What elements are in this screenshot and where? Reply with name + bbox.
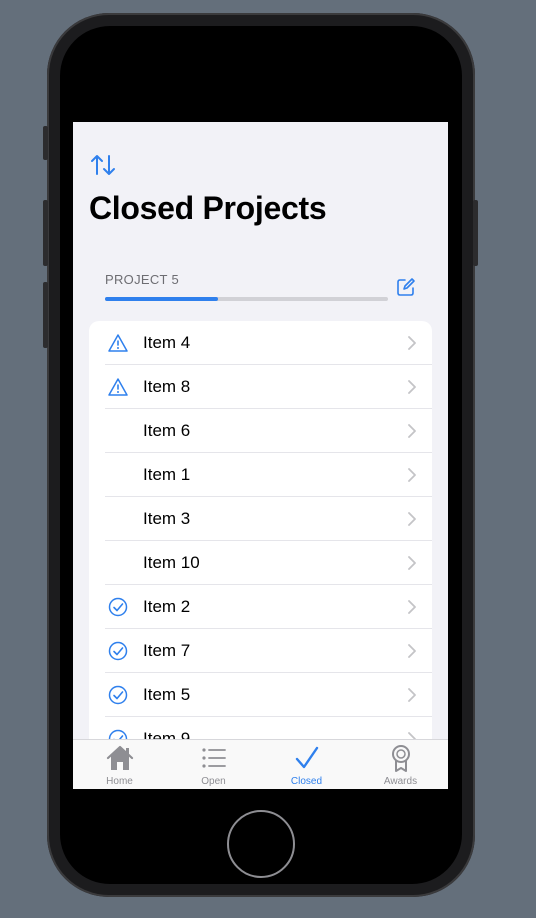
list-item[interactable]: Item 10 <box>89 541 432 585</box>
chevron-right-icon <box>408 380 416 394</box>
tab-label: Awards <box>383 776 418 787</box>
chevron-right-icon <box>408 556 416 570</box>
chevron-right-icon <box>408 468 416 482</box>
list-item[interactable]: Item 2 <box>89 585 432 629</box>
chevron-right-icon <box>408 688 416 702</box>
list-item-label: Item 4 <box>143 333 191 352</box>
mute-switch <box>43 126 48 160</box>
list-item-label: Item 2 <box>143 597 191 616</box>
volume-up-button <box>43 200 48 266</box>
list-item[interactable]: Item 6 <box>89 409 432 453</box>
project-progress-bar <box>105 297 388 301</box>
tab-open[interactable]: Open <box>167 740 260 789</box>
list-item-label: Item 6 <box>143 421 191 440</box>
tab-home[interactable]: Home <box>73 740 166 789</box>
list-item-label: Item 5 <box>143 685 191 704</box>
project-section-header: PROJECT 5 <box>105 272 179 287</box>
list-item[interactable]: Item 7 <box>89 629 432 673</box>
chevron-right-icon <box>408 424 416 438</box>
list-item[interactable]: Item 4 <box>89 321 432 365</box>
edit-project-icon[interactable] <box>396 277 416 297</box>
list-item[interactable]: Item 1 <box>89 453 432 497</box>
page-title: Closed Projects <box>89 190 327 226</box>
tab-label: Open <box>201 776 226 787</box>
chevron-right-icon <box>408 512 416 526</box>
tab-label: Closed <box>290 776 323 787</box>
chevron-right-icon <box>408 336 416 350</box>
list-item[interactable]: Item 5 <box>89 673 432 717</box>
list-item[interactable]: Item 8 <box>89 365 432 409</box>
app-screen: Closed Projects PROJECT 5 Item 4 Item 8 It… <box>73 122 448 789</box>
list-item-label: Item 1 <box>143 465 191 484</box>
tab-closed[interactable]: Closed <box>260 740 353 789</box>
list-item-label: Item 10 <box>143 553 200 572</box>
project-progress-fill <box>105 297 219 301</box>
volume-down-button <box>43 282 48 348</box>
list-item-label: Item 8 <box>143 377 191 396</box>
chevron-right-icon <box>408 600 416 614</box>
home-button[interactable] <box>227 810 295 878</box>
item-list: Item 4 Item 8 Item 6 Item 1 Item 3 Item 10 Ite… <box>89 321 432 761</box>
list-item-label: Item 3 <box>143 509 191 528</box>
power-button <box>473 200 478 266</box>
list-item-label: Item 7 <box>143 641 191 660</box>
tab-label: Home <box>106 776 133 787</box>
chevron-right-icon <box>408 644 416 658</box>
sort-icon[interactable] <box>89 152 117 178</box>
tab-bar: Home Open Closed Awards <box>73 739 448 789</box>
list-item[interactable]: Item 3 <box>89 497 432 541</box>
tab-awards[interactable]: Awards <box>354 740 447 789</box>
